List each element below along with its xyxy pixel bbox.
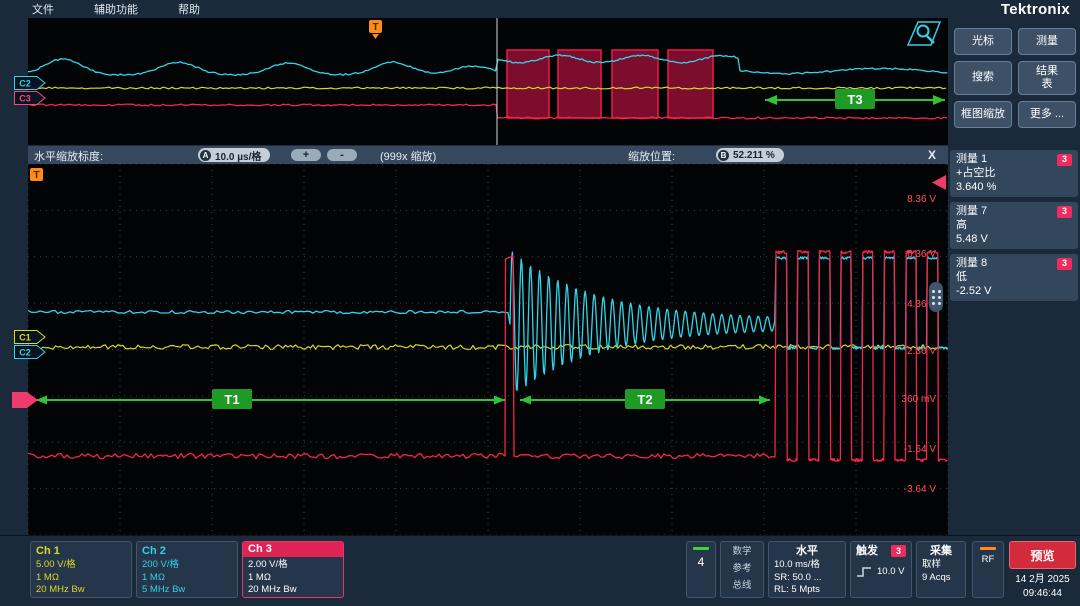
measurement-name: 高	[956, 219, 1072, 233]
channel-1-badge[interactable]: Ch 1 5.00 V/格 1 MΩ 20 MHz Bw	[30, 541, 132, 598]
channel-4-badge[interactable]: 4	[686, 541, 716, 598]
t2-label: T2	[637, 392, 652, 407]
trigger-level-offscreen-arrow-icon[interactable]	[932, 175, 946, 190]
rising-edge-icon	[856, 566, 872, 578]
right-sidebar: 光标 测量 搜索 结果表 框图缩放 更多 ... 测量 1 3 +占空比 3.64…	[948, 18, 1080, 535]
knob-a-icon: A	[200, 150, 211, 161]
t1-label: T1	[224, 392, 239, 407]
measurement-title: 测量 1	[956, 153, 987, 167]
menu-help[interactable]: 帮助	[178, 1, 200, 17]
measurement-value: 3.640 %	[956, 181, 1072, 195]
voltage-scale-label: -3.64 V	[904, 484, 936, 495]
channel-2-badge[interactable]: Ch 2 200 V/格 1 MΩ 5 MHz Bw	[136, 541, 238, 598]
channel-tag-c2-main[interactable]: C2	[14, 345, 46, 364]
horizontal-badge[interactable]: 水平 10.0 ms/格 SR: 50.0 ... RL: 5 Mpts	[768, 541, 846, 598]
zoom-factor-label: (999x 缩放)	[380, 148, 436, 164]
svg-text:C1: C1	[19, 333, 31, 343]
more-button[interactable]: 更多 ...	[1018, 101, 1076, 128]
bottom-bar: Ch 1 5.00 V/格 1 MΩ 20 MHz Bw Ch 2 200 V/…	[0, 535, 1080, 606]
source-badge: 3	[1057, 258, 1072, 270]
zoom-position-value[interactable]: B 52.211 %	[716, 148, 784, 162]
voltage-scale-label: 2.36 V	[907, 346, 936, 357]
measurement-title: 测量 7	[956, 205, 987, 219]
voltage-scale-label: 360 mV	[902, 394, 936, 405]
graticule	[28, 164, 948, 535]
channel-tag-c3-overview[interactable]: C3	[14, 91, 46, 110]
main-waveform-panel: T1 T2 T 8.36 V 6.36 V 4.36 V 2.36 V 360 …	[28, 164, 948, 535]
svg-text:T: T	[33, 170, 39, 181]
measurement-card-1[interactable]: 测量 1 3 +占空比 3.640 %	[950, 150, 1078, 197]
magnifier-icon[interactable]	[908, 22, 940, 45]
trigger-badge[interactable]: 触发3 10.0 V	[850, 541, 912, 598]
date-time: 14 2月 2025 09:46:44	[1009, 573, 1076, 600]
zoom-control-bar: 水平缩放标度: A 10.0 µs/格 + - (999x 缩放) 缩放位置: …	[28, 146, 948, 164]
ch3-trace-overview	[28, 104, 947, 119]
svg-text:T: T	[372, 22, 378, 33]
menu-bar: 文件 辅助功能 帮助	[0, 0, 1080, 18]
measurement-name: 低	[956, 271, 1072, 285]
zoom-scale-label: 水平缩放标度:	[34, 148, 103, 164]
ch2-trace-overview	[28, 55, 948, 76]
rf-badge[interactable]: RF	[972, 541, 1004, 598]
trigger-level-value: 10.0 V	[877, 566, 904, 579]
measure-button[interactable]: 测量	[1018, 28, 1076, 55]
measurement-value: 5.48 V	[956, 233, 1072, 247]
measurement-card-7[interactable]: 测量 7 3 高 5.48 V	[950, 202, 1078, 249]
zoom-position-label: 缩放位置:	[628, 148, 675, 164]
zoom-toggle-button[interactable]: 框图缩放	[954, 101, 1012, 128]
channel-3-badge[interactable]: Ch 3 2.00 V/格 1 MΩ 20 MHz Bw	[242, 541, 344, 598]
close-zoom-button[interactable]: X	[928, 148, 936, 162]
source-badge: 3	[1057, 154, 1072, 166]
t1-measurement-arrow: T1	[36, 389, 505, 409]
zoom-out-button[interactable]: -	[327, 149, 357, 161]
math-ref-bus-badge[interactable]: 数学 参考 总线	[720, 541, 764, 598]
knob-b-icon: B	[718, 150, 729, 161]
measurement-title: 测量 8	[956, 257, 987, 271]
svg-text:C2: C2	[19, 79, 31, 89]
channel-4-color-dash-icon	[693, 547, 709, 550]
source-badge: 3	[1057, 206, 1072, 218]
waveform-main[interactable]: T1 T2 T	[28, 164, 948, 535]
ch3-position-arrow-icon[interactable]	[12, 392, 38, 413]
results-table-button[interactable]: 结果表	[1018, 61, 1076, 95]
svg-text:C2: C2	[19, 348, 31, 358]
menu-utility[interactable]: 辅助功能	[94, 1, 138, 17]
trigger-position-marker[interactable]: T	[369, 20, 382, 39]
t2-measurement-arrow: T2	[520, 389, 770, 409]
t3-measurement-arrow: T3	[765, 89, 945, 109]
zoom-scale-value[interactable]: A 10.0 µs/格	[198, 148, 270, 162]
results-drag-handle[interactable]	[929, 282, 943, 312]
ch1-trace-overview	[28, 87, 946, 89]
preview-button[interactable]: 预览	[1009, 541, 1076, 569]
measurement-value: -2.52 V	[956, 285, 1072, 299]
measurement-card-8[interactable]: 测量 8 3 低 -2.52 V	[950, 254, 1078, 301]
acquisition-badge[interactable]: 采集 取样 9 Acqs	[916, 541, 966, 598]
rf-color-dash-icon	[980, 547, 996, 550]
menu-file[interactable]: 文件	[32, 1, 54, 17]
overview-panel: T3 T	[28, 18, 948, 145]
cursors-button[interactable]: 光标	[954, 28, 1012, 55]
voltage-scale-label: 8.36 V	[907, 194, 936, 205]
search-button[interactable]: 搜索	[954, 61, 1012, 95]
tektronix-logo: Tektronix	[1001, 1, 1070, 18]
trigger-source-badge: 3	[891, 545, 906, 557]
oscilloscope-screen: 文件 辅助功能 帮助 Tektronix T3	[0, 0, 1080, 606]
trigger-source-marker: T	[30, 168, 43, 181]
zoom-in-button[interactable]: +	[291, 149, 321, 161]
t3-label: T3	[847, 92, 862, 107]
measurement-name: +占空比	[956, 167, 1072, 181]
voltage-scale-label: -1.64 V	[904, 444, 936, 455]
waveform-overview[interactable]: T3 T	[28, 18, 948, 145]
svg-text:C3: C3	[19, 94, 31, 104]
voltage-scale-label: 6.36 V	[907, 249, 936, 260]
